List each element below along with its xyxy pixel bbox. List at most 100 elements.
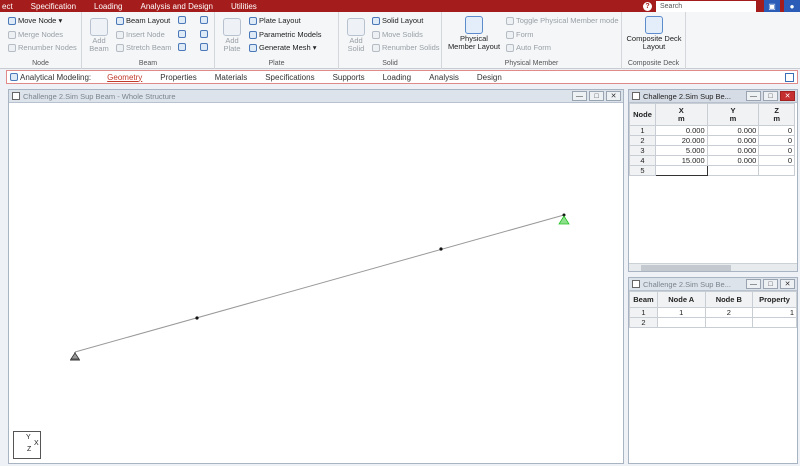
table-cell[interactable] [656, 317, 706, 328]
table-row[interactable]: 4 15.000 0.000 0 [629, 155, 795, 166]
form-button[interactable]: Form [506, 30, 534, 39]
table-cell[interactable]: 0.000 [706, 145, 760, 156]
column-header-z[interactable]: Zm [758, 103, 795, 126]
composite-deck-layout-button[interactable]: Composite Deck Layout [626, 16, 682, 51]
chart-icon[interactable]: ▣ [764, 0, 780, 12]
column-header-node-a[interactable]: Node A [656, 291, 706, 308]
tab-specifications[interactable]: Specifications [265, 73, 314, 82]
renumber-nodes-button[interactable]: Renumber Nodes [8, 43, 77, 52]
maximize-button[interactable]: □ [589, 91, 604, 101]
beam-table-window[interactable]: Challenge 2.Sim Sup Be... — □ ✕ Beam Nod… [628, 277, 798, 464]
row-header[interactable]: 1 [629, 125, 656, 136]
tab-supports[interactable]: Supports [333, 73, 365, 82]
add-plate-button[interactable]: Add Plate [219, 18, 245, 53]
table-cell[interactable]: 1 [752, 307, 797, 318]
beam-table-titlebar[interactable]: Challenge 2.Sim Sup Be... — □ ✕ [629, 278, 797, 291]
table-row[interactable]: 3 5.000 0.000 0 [629, 145, 795, 156]
minimize-button[interactable]: — [746, 279, 761, 289]
node-point[interactable] [439, 247, 443, 251]
move-node-button[interactable]: Move Node ▾ [8, 16, 62, 25]
model-canvas[interactable]: Y Z X [9, 103, 623, 463]
table-cell[interactable] [752, 317, 797, 328]
merge-nodes-button[interactable]: Merge Nodes [8, 30, 63, 39]
tab-design[interactable]: Design [477, 73, 502, 82]
row-header[interactable]: 4 [629, 155, 656, 166]
plate-layout-button[interactable]: Plate Layout [249, 16, 301, 25]
tab-loading[interactable]: Loading [383, 73, 411, 82]
column-header-property[interactable]: Property [752, 291, 797, 308]
column-header-x[interactable]: Xm [654, 103, 708, 126]
table-cell[interactable]: 5.000 [654, 145, 708, 156]
table-cell[interactable]: 0 [758, 135, 795, 146]
beam-tool-icon[interactable] [178, 43, 186, 51]
solid-layout-button[interactable]: Solid Layout [372, 16, 423, 25]
table-row[interactable]: 2 20.000 0.000 0 [629, 135, 795, 146]
table-cell[interactable] [704, 317, 754, 328]
model-drawing[interactable] [9, 103, 623, 463]
insert-node-button[interactable]: Insert Node [116, 30, 165, 39]
menu-item-utilities[interactable]: Utilities [222, 2, 266, 11]
add-solid-button[interactable]: Add Solid [343, 18, 369, 53]
table-row[interactable]: 1 1 2 1 [629, 307, 797, 318]
column-header-y[interactable]: Ym [706, 103, 760, 126]
menu-item-project[interactable]: ect [0, 2, 22, 11]
table-row[interactable]: 5 [629, 165, 795, 176]
table-cell[interactable]: 1 [656, 307, 706, 318]
table-cell[interactable]: 0.000 [654, 125, 708, 136]
column-header-node-b[interactable]: Node B [704, 291, 754, 308]
table-cell[interactable] [758, 165, 795, 176]
minimize-button[interactable]: — [572, 91, 587, 101]
close-button[interactable]: ✕ [780, 279, 795, 289]
move-solids-button[interactable]: Move Solids [372, 30, 423, 39]
maximize-button[interactable]: □ [763, 279, 778, 289]
beam-member[interactable] [74, 214, 565, 353]
table-cell[interactable]: 20.000 [654, 135, 708, 146]
toggle-physical-member-button[interactable]: Toggle Physical Member mode [506, 16, 619, 25]
help-icon[interactable]: ? [643, 1, 652, 11]
maximize-button[interactable]: □ [763, 91, 778, 101]
row-header[interactable]: 3 [629, 145, 656, 156]
horizontal-scrollbar[interactable] [629, 263, 797, 271]
tab-geometry[interactable]: Geometry [107, 73, 142, 82]
table-cell-selected[interactable] [654, 165, 708, 176]
close-button[interactable]: ✕ [606, 91, 621, 101]
beam-tool-icon[interactable] [178, 30, 186, 38]
table-cell[interactable]: 0 [758, 145, 795, 156]
table-cell[interactable] [706, 165, 760, 176]
search-input[interactable]: Search [656, 0, 756, 12]
tab-properties[interactable]: Properties [160, 73, 196, 82]
menu-item-specification[interactable]: Specification [22, 2, 85, 11]
column-header-node[interactable]: Node [629, 103, 656, 126]
row-header[interactable]: 1 [629, 307, 658, 318]
table-row[interactable]: 2 [629, 317, 797, 328]
fixed-support-icon[interactable] [558, 213, 570, 225]
node-table-titlebar[interactable]: Challenge 2.Sim Sup Be... — □ ✕ [629, 90, 797, 103]
generate-mesh-button[interactable]: Generate Mesh ▾ [249, 43, 317, 52]
add-beam-button[interactable]: Add Beam [86, 18, 112, 53]
menu-item-loading[interactable]: Loading [85, 2, 131, 11]
pinned-support-icon[interactable] [70, 352, 80, 361]
column-header-beam[interactable]: Beam [629, 291, 658, 308]
auto-form-button[interactable]: Auto Form [506, 43, 551, 52]
parametric-models-button[interactable]: Parametric Models [249, 30, 322, 39]
structure-view-window[interactable]: Challenge 2.Sim Sup Beam - Whole Structu… [8, 89, 624, 464]
user-icon[interactable]: ● [784, 0, 800, 12]
menu-item-analysis-design[interactable]: Analysis and Design [132, 2, 222, 11]
tab-analysis[interactable]: Analysis [429, 73, 459, 82]
stretch-beam-button[interactable]: Stretch Beam [116, 43, 171, 52]
row-header[interactable]: 2 [629, 135, 656, 146]
table-cell[interactable]: 0 [758, 155, 795, 166]
beam-tool-icon[interactable] [200, 30, 208, 38]
structure-view-titlebar[interactable]: Challenge 2.Sim Sup Beam - Whole Structu… [9, 90, 623, 103]
table-cell[interactable]: 0.000 [706, 125, 760, 136]
tab-materials[interactable]: Materials [215, 73, 247, 82]
renumber-solids-button[interactable]: Renumber Solids [372, 43, 440, 52]
close-button[interactable]: ✕ [780, 91, 795, 101]
panel-toggle-icon[interactable] [785, 73, 794, 82]
beam-tool-icon[interactable] [178, 16, 186, 24]
minimize-button[interactable]: — [746, 91, 761, 101]
table-cell[interactable]: 0 [758, 125, 795, 136]
row-header[interactable]: 5 [629, 165, 656, 176]
table-cell[interactable]: 0.000 [706, 135, 760, 146]
node-table-window[interactable]: Challenge 2.Sim Sup Be... — □ ✕ Node Xm … [628, 89, 798, 272]
